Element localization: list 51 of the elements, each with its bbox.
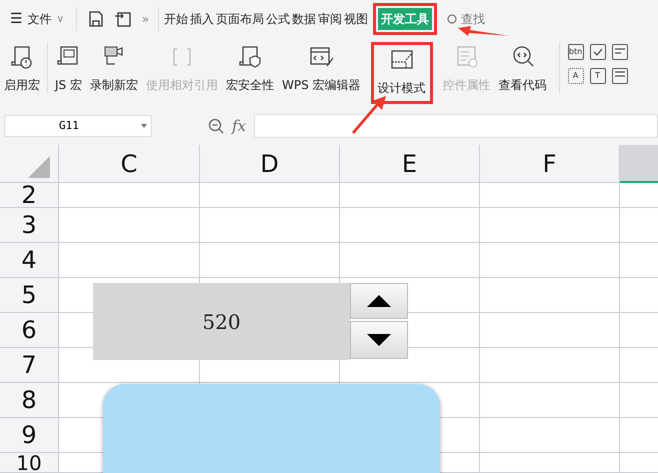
ribbon-button[interactable]: WPS 宏编辑器 — [278, 42, 365, 98]
ribbon-button[interactable]: 查看代码 — [494, 42, 551, 98]
ribbon-button[interactable]: 设计模式 — [370, 42, 433, 104]
arrow-drawing — [458, 25, 510, 37]
up-triangle-icon — [367, 295, 391, 307]
shield-icon — [236, 44, 263, 70]
row-header[interactable]: 6 — [0, 313, 59, 348]
row-header[interactable]: 7 — [0, 348, 59, 383]
column-header[interactable]: E — [340, 145, 480, 183]
row-header[interactable]: 2 — [0, 183, 59, 208]
corner-triangle-icon — [28, 156, 50, 178]
arrow-drawing — [352, 96, 388, 136]
name-box[interactable]: G11 — [4, 115, 152, 137]
ribbon-button[interactable]: 宏安全性 — [222, 42, 278, 98]
ribbon-button[interactable]: 录制新宏 — [86, 42, 142, 98]
list-control-icon[interactable] — [612, 44, 628, 60]
formula-field[interactable] — [254, 114, 658, 138]
row-header[interactable]: 9 — [0, 418, 59, 453]
ribbon-button[interactable]: 启用宏 — [0, 42, 44, 98]
checkbox-control-icon[interactable] — [590, 44, 606, 60]
function-button[interactable]: fx — [232, 114, 246, 138]
spin-value-box: 520 — [93, 283, 350, 360]
row-header[interactable]: 3 — [0, 208, 59, 243]
spin-down-button[interactable] — [350, 321, 408, 359]
row-header[interactable]: 5 — [0, 278, 59, 313]
column-header[interactable]: D — [200, 145, 340, 183]
label-control-icon[interactable]: A — [568, 68, 584, 84]
down-triangle-icon — [367, 334, 391, 346]
dropdown-icon[interactable] — [141, 124, 147, 128]
combo-control-icon[interactable] — [612, 68, 628, 84]
file-menu[interactable]: ☰ 文件 ∨ — [0, 6, 70, 32]
zoom-icon[interactable] — [208, 118, 224, 134]
ribbon-tab[interactable]: 插入 — [189, 10, 216, 28]
export-icon[interactable] — [114, 10, 132, 28]
ribbon-tab[interactable]: 审阅 — [317, 10, 344, 28]
ribbon-tab[interactable]: 公式 — [265, 10, 292, 28]
textbox-control-icon[interactable]: T — [590, 68, 606, 84]
search-icon — [447, 14, 458, 24]
row-header[interactable]: 10 — [0, 453, 59, 473]
row-header[interactable]: 8 — [0, 383, 59, 418]
ribbon-tab[interactable]: 页面布局 — [215, 10, 266, 28]
ribbon-button[interactable]: JS 宏 — [51, 42, 86, 98]
save-icon[interactable] — [86, 10, 105, 28]
ribbon-tab[interactable]: 数据 — [291, 10, 318, 28]
search-button[interactable]: 查找 — [447, 10, 486, 28]
spin-up-button[interactable] — [350, 283, 408, 319]
column-header[interactable]: C — [59, 145, 200, 183]
ribbon-tab[interactable]: 开始 — [163, 10, 190, 28]
button-control-icon[interactable]: btn — [568, 44, 584, 60]
ribbon-tab[interactable]: 视图 — [343, 10, 370, 28]
row-header[interactable]: 4 — [0, 243, 59, 278]
